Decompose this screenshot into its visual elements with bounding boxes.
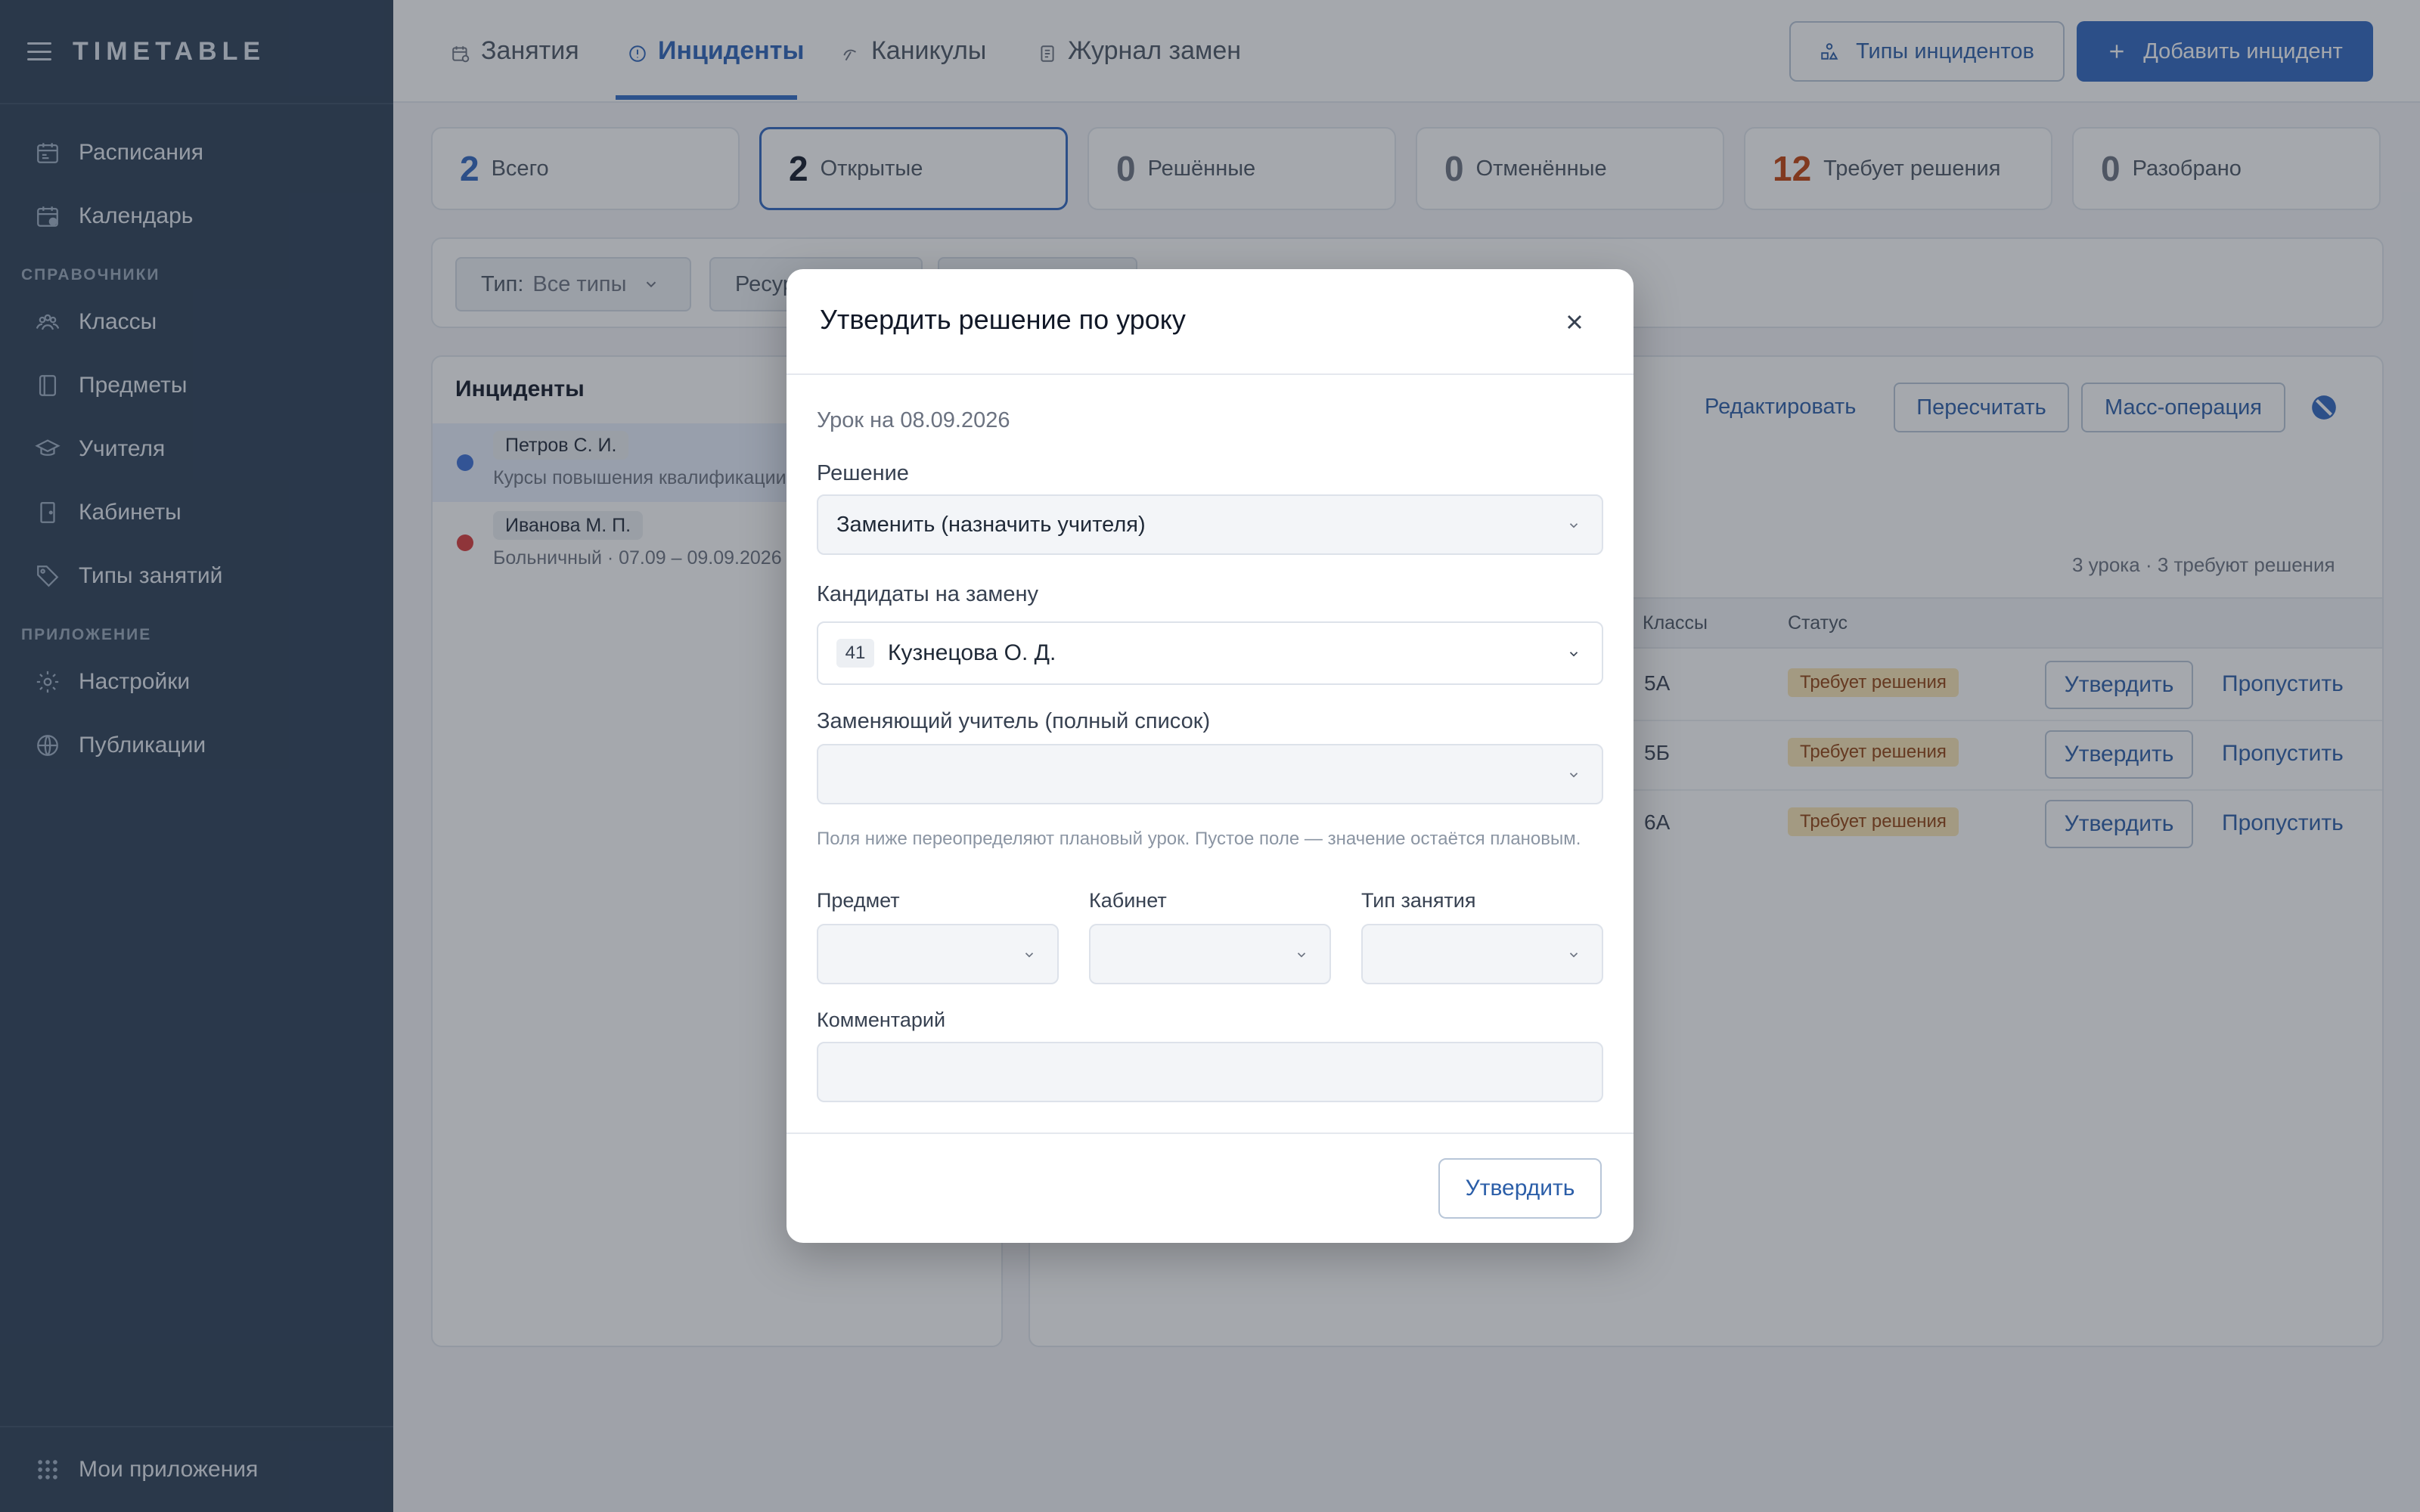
chevron-down-icon [1569, 523, 1578, 528]
decision-value: Заменить (назначить учителя) [836, 512, 1146, 537]
close-icon[interactable] [1559, 307, 1590, 337]
dialog-footer-divider [786, 1132, 1634, 1134]
full-list-label: Заменяющий учитель (полный список) [817, 709, 1211, 733]
chevron-down-icon [1025, 953, 1034, 958]
override-hint: Поля ниже переопределяют плановый урок. … [817, 829, 1581, 849]
chevron-down-icon [1569, 773, 1578, 778]
chevron-down-icon [1569, 652, 1578, 657]
comment-input[interactable] [817, 1042, 1603, 1102]
candidate-score: 41 [836, 639, 874, 668]
lesson-date: Урок на 08.09.2026 [817, 408, 1010, 432]
room-select[interactable] [1089, 924, 1331, 984]
decision-label: Решение [817, 461, 909, 485]
subject-select[interactable] [817, 924, 1059, 984]
lesson-type-label: Тип занятия [1361, 889, 1476, 912]
lesson-type-select[interactable] [1361, 924, 1603, 984]
room-label: Кабинет [1089, 889, 1167, 912]
substitute-teacher-select[interactable] [817, 744, 1603, 804]
subject-label: Предмет [817, 889, 900, 912]
approve-decision-dialog: Утвердить решение по уроку Урок на 08.09… [786, 269, 1634, 1243]
candidate-name: Кузнецова О. Д. [888, 640, 1056, 665]
chevron-down-icon [1297, 953, 1306, 958]
dialog-title: Утвердить решение по уроку [820, 304, 1186, 335]
candidates-label: Кандидаты на замену [817, 582, 1038, 606]
confirm-button[interactable]: Утвердить [1438, 1158, 1602, 1219]
decision-select[interactable]: Заменить (назначить учителя) [817, 494, 1603, 555]
chevron-down-icon [1569, 953, 1578, 958]
dialog-header: Утвердить решение по уроку [786, 269, 1634, 375]
comment-label: Комментарий [817, 1009, 946, 1031]
candidates-select[interactable]: 41 Кузнецова О. Д. [817, 621, 1603, 685]
